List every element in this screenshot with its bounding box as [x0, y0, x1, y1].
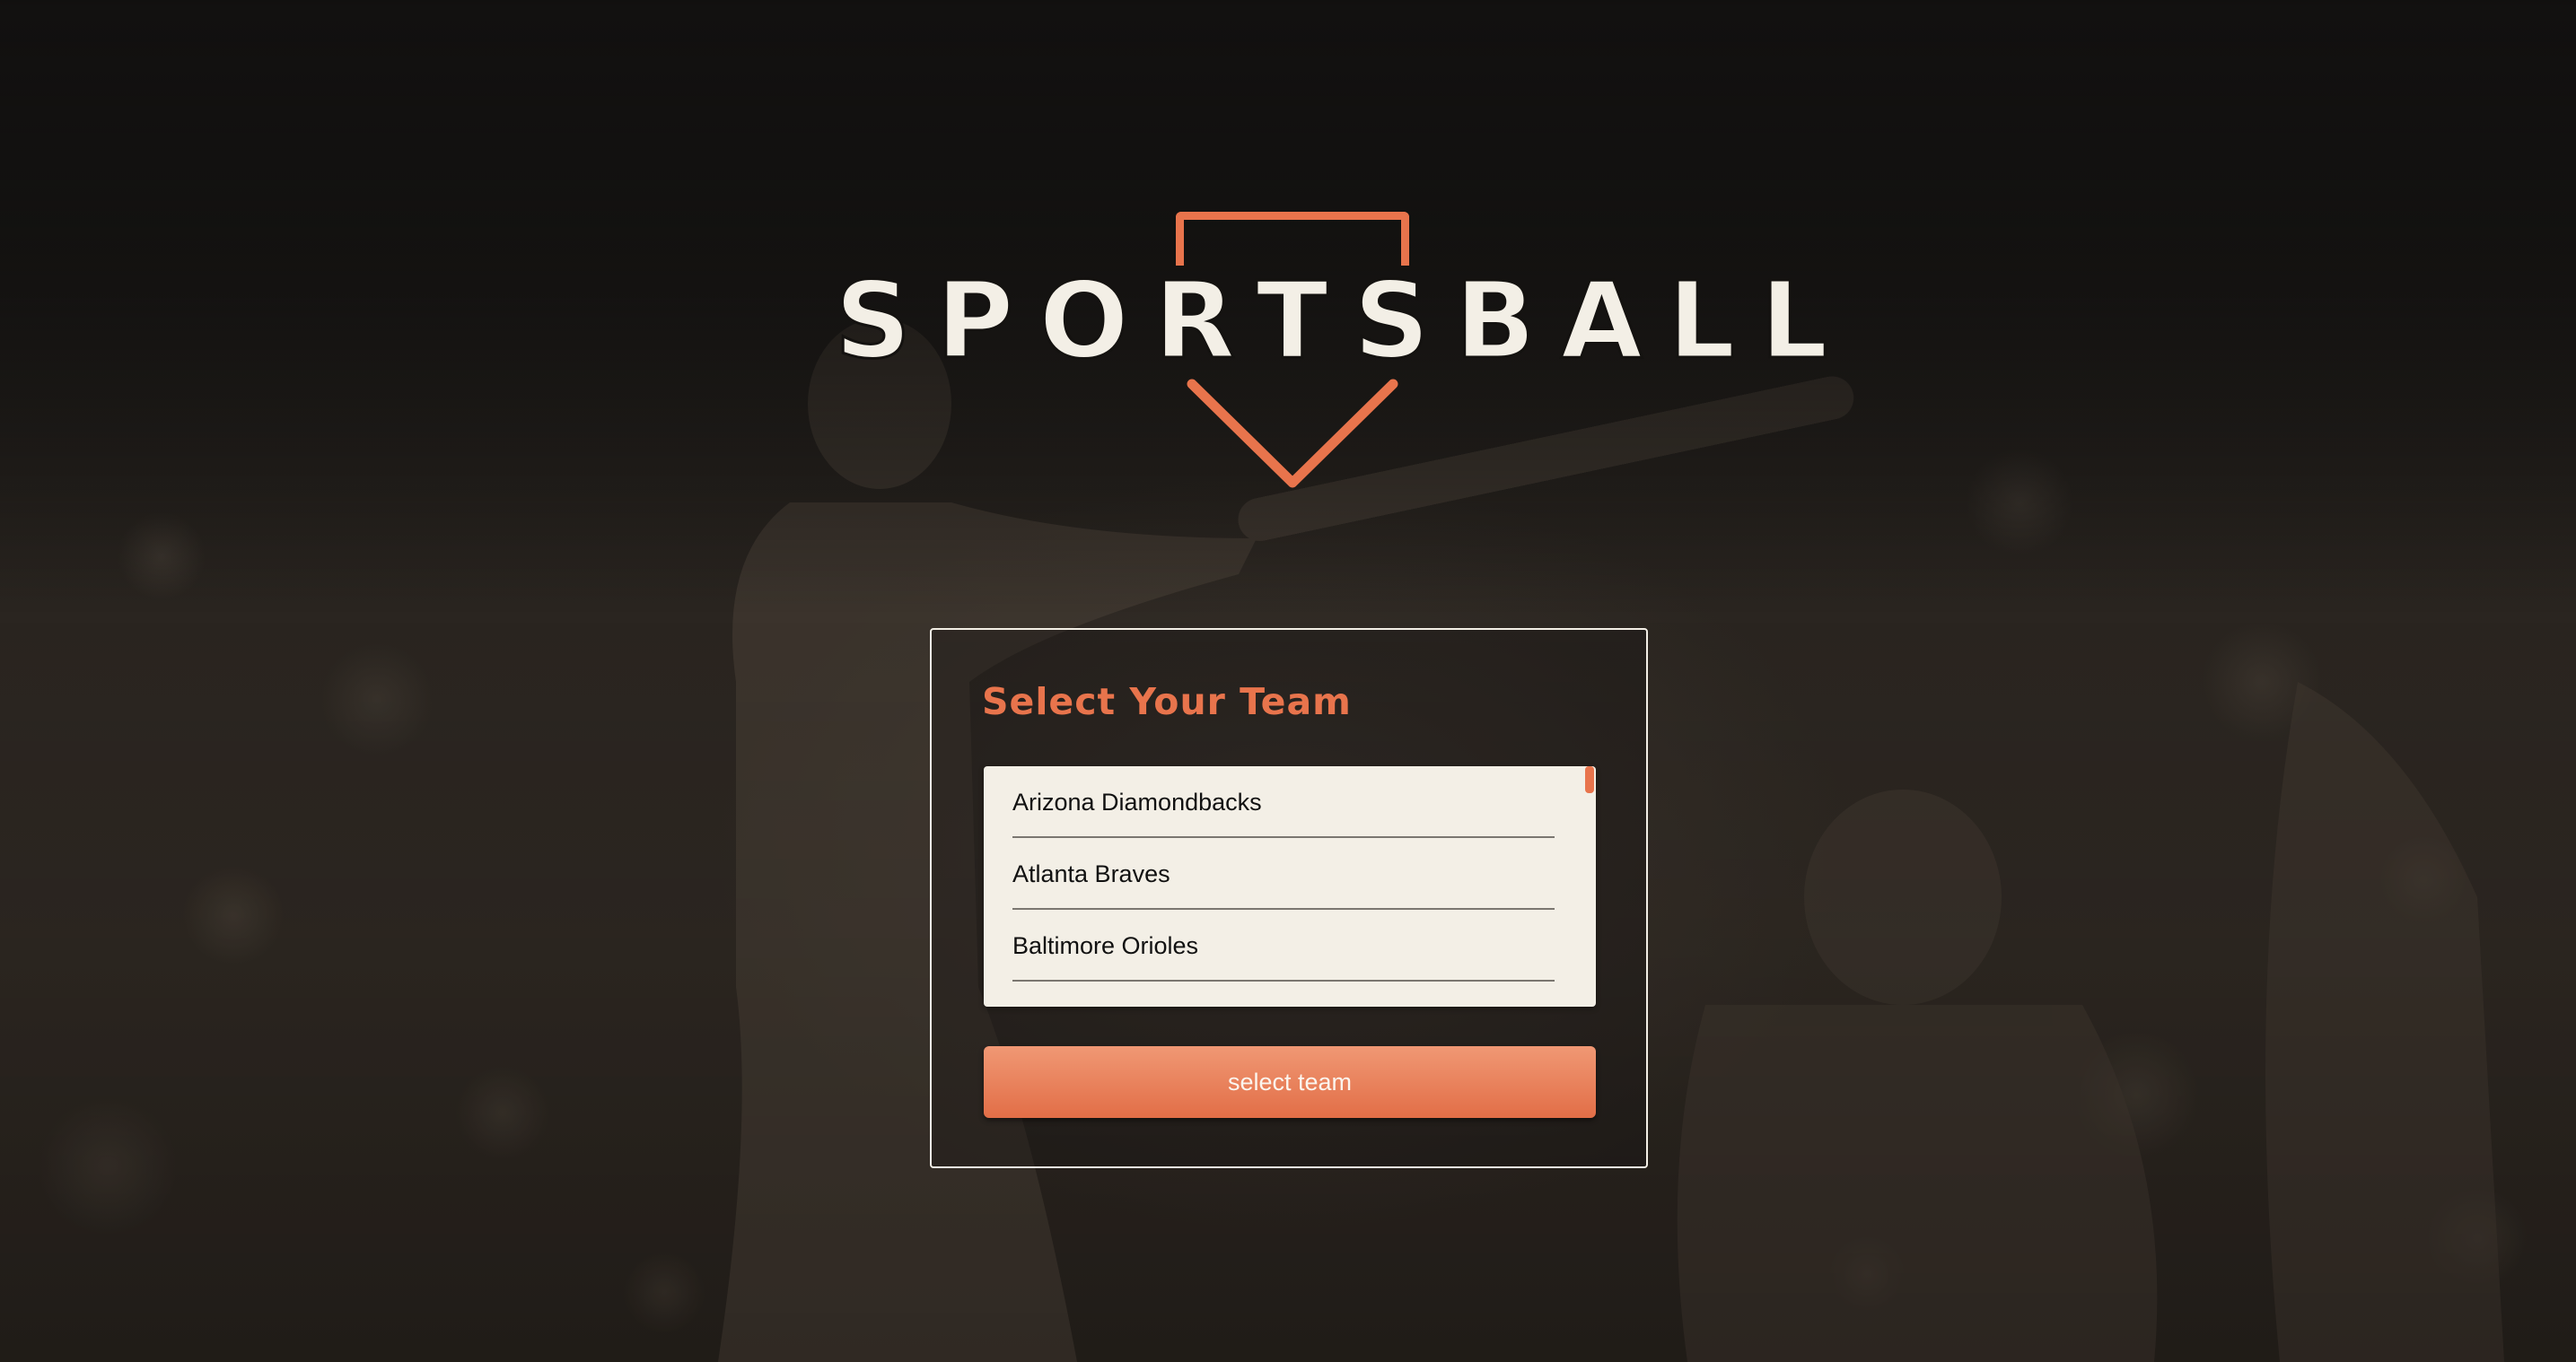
page-background: SPORTSBALL Select Your Team Arizona Diam… [0, 0, 2576, 1362]
team-name: Baltimore Orioles [1012, 932, 1199, 959]
scrollbar-thumb[interactable] [1585, 766, 1594, 793]
chevron-down-icon [1187, 379, 1398, 488]
team-list-item[interactable]: Atlanta Braves [1012, 838, 1555, 910]
select-team-button[interactable]: select team [984, 1046, 1596, 1118]
team-list[interactable]: Arizona Diamondbacks Atlanta Braves Balt… [984, 766, 1596, 1007]
sportsball-logo: SPORTSBALL [834, 212, 1853, 499]
team-name: Atlanta Braves [1012, 860, 1170, 887]
team-list-item[interactable]: Arizona Diamondbacks [1012, 766, 1555, 838]
team-list-item[interactable]: Baltimore Orioles [1012, 910, 1555, 982]
home-plate-icon [1176, 212, 1409, 266]
team-name: Arizona Diamondbacks [1012, 789, 1262, 816]
logo-wordmark: SPORTSBALL [834, 258, 1853, 382]
card-title: Select Your Team [982, 680, 1352, 723]
team-select-card: Select Your Team Arizona Diamondbacks At… [930, 628, 1648, 1168]
team-list-scrollbar[interactable] [1585, 766, 1596, 1007]
